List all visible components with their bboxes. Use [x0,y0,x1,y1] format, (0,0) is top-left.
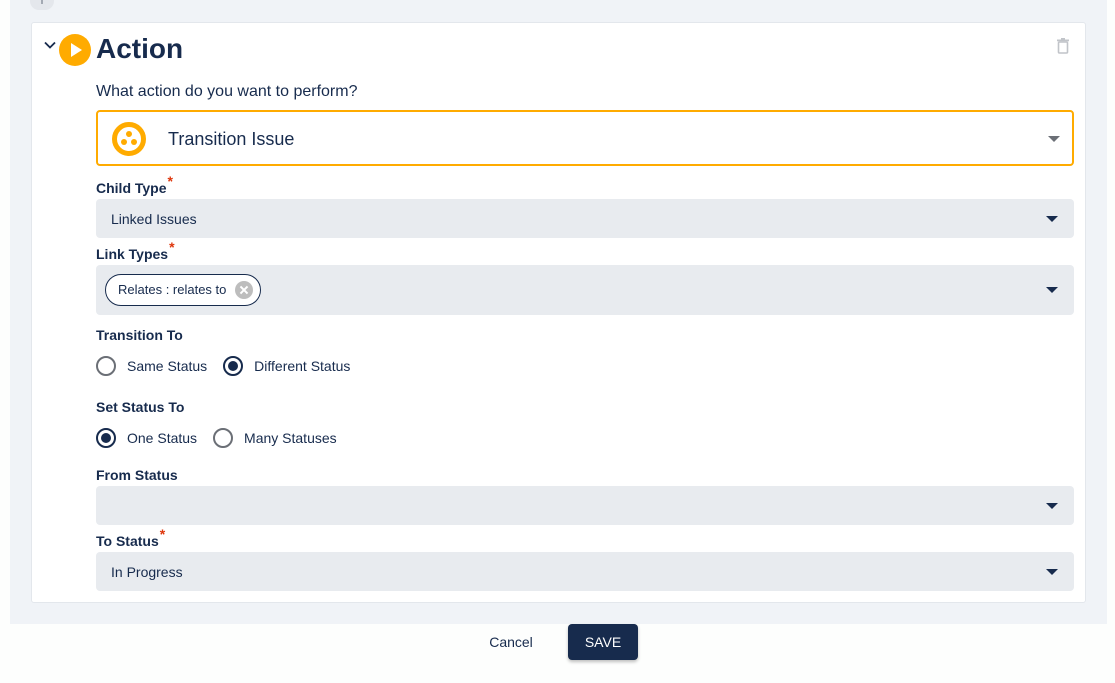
link-types-select[interactable]: Relates : relates to [96,265,1074,315]
cancel-button[interactable]: Cancel [474,624,548,660]
radio-one-status[interactable]: One Status [96,428,197,448]
chevron-down-icon [1046,287,1058,293]
radio-different-status[interactable]: Different Status [223,356,350,376]
child-type-select[interactable]: Linked Issues [96,199,1074,238]
transition-issue-icon [112,122,146,156]
action-type-value: Transition Issue [168,129,295,149]
chevron-down-icon [1046,503,1058,509]
set-status-to-label: Set Status To [96,399,185,415]
radio-button[interactable] [96,356,116,376]
chevron-down-icon[interactable] [43,38,57,52]
chevron-down-icon [1046,569,1058,575]
to-status-label: To Status* [96,526,166,549]
required-indicator: * [159,526,166,542]
transition-to-radio-group: Same Status Different Status [96,356,366,376]
to-status-select[interactable]: In Progress [96,552,1074,591]
action-question: What action do you want to perform? [96,83,358,100]
action-type-select[interactable]: Transition Issue [96,110,1074,166]
from-status-select[interactable] [96,486,1074,525]
link-type-chip: Relates : relates to [105,274,262,306]
radio-button[interactable] [96,428,116,448]
remove-chip-icon[interactable] [235,281,254,299]
section-title: Action [96,33,184,64]
link-types-label: Link Types* [96,239,175,262]
radio-same-status[interactable]: Same Status [96,356,207,376]
chevron-down-icon [1048,136,1060,142]
trash-icon[interactable] [1056,38,1070,54]
radio-button[interactable] [213,428,234,448]
from-status-label: From Status [96,467,178,483]
required-indicator: * [169,239,175,255]
set-status-to-radio-group: One Status Many Statuses [96,428,353,448]
to-status-value: In Progress [111,564,183,580]
transition-to-label: Transition To [96,327,183,343]
play-circle-icon [59,34,91,66]
radio-button[interactable] [223,356,244,376]
required-indicator: * [167,173,173,189]
save-button[interactable]: SAVE [568,624,638,660]
radio-many-statuses[interactable]: Many Statuses [213,428,337,448]
child-type-label: Child Type* [96,173,173,196]
chevron-down-icon [1046,216,1058,222]
child-type-value: Linked Issues [111,211,197,227]
